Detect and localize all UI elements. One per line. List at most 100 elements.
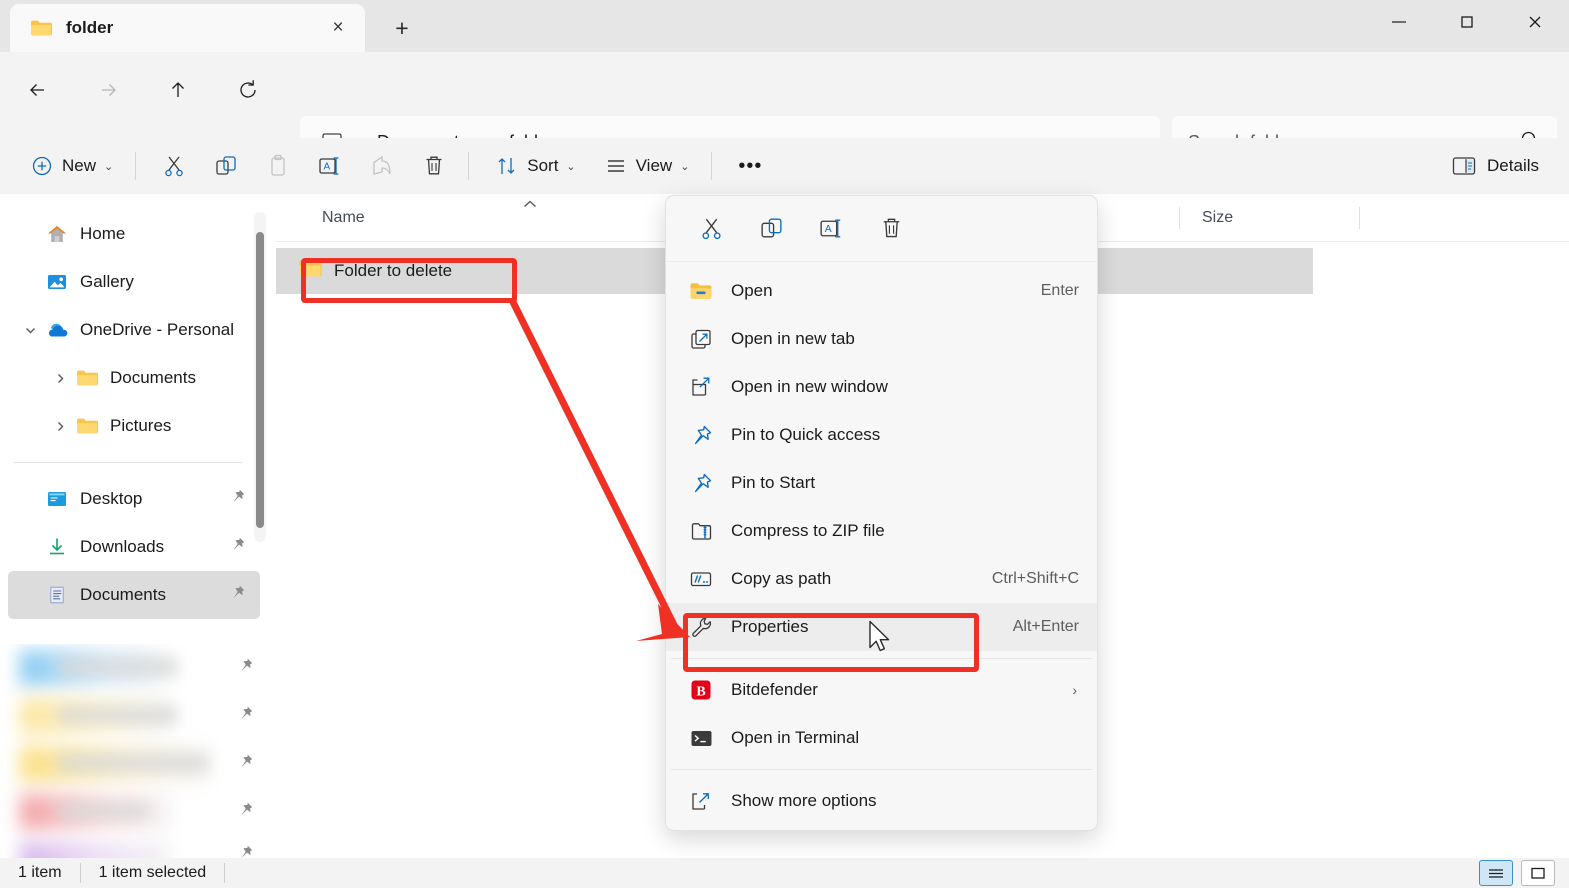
divider: [671, 658, 1092, 659]
copy-path-icon: [686, 569, 716, 589]
file-name-cell[interactable]: Folder to delete: [276, 259, 452, 283]
tab-folder[interactable]: folder ×: [10, 4, 365, 52]
rename-button[interactable]: A: [306, 144, 354, 188]
back-button[interactable]: [12, 64, 64, 116]
chevron-right-icon[interactable]: [46, 420, 74, 433]
copy-icon[interactable]: [744, 207, 798, 251]
divider: [468, 152, 469, 180]
pin-icon[interactable]: [228, 536, 246, 559]
svg-text:A: A: [324, 162, 331, 173]
list-item[interactable]: [0, 692, 268, 740]
title-bar: folder × +: [0, 0, 1569, 52]
minimize-button[interactable]: [1365, 0, 1433, 44]
window-controls: [1365, 0, 1569, 52]
sort-button-label: Sort: [527, 156, 558, 176]
menu-item-accelerator: Enter: [1041, 282, 1079, 300]
cut-button[interactable]: [150, 144, 198, 188]
details-view-button[interactable]: [1479, 860, 1513, 886]
pin-icon[interactable]: [236, 844, 254, 858]
chevron-right-icon: ›: [1072, 682, 1077, 698]
chevron-down-icon[interactable]: [16, 324, 44, 337]
pin-icon[interactable]: [236, 753, 254, 776]
pin-icon[interactable]: [236, 705, 254, 728]
terminal-icon: [686, 729, 716, 748]
cut-icon[interactable]: [684, 207, 738, 251]
menu-item-pin-to-start[interactable]: Pin to Start: [666, 459, 1097, 507]
divider: [224, 863, 225, 883]
sidebar-scrollbar-thumb[interactable]: [256, 232, 264, 528]
list-view-button[interactable]: [1521, 860, 1555, 886]
chevron-right-icon[interactable]: [46, 372, 74, 385]
sort-ascending-icon: [522, 198, 538, 212]
menu-item-show-more-options[interactable]: Show more options: [666, 777, 1097, 825]
list-item[interactable]: [0, 644, 268, 692]
zip-icon: [686, 521, 716, 542]
rename-icon[interactable]: A: [804, 207, 858, 251]
more-options-button[interactable]: •••: [726, 144, 774, 188]
sort-button[interactable]: Sort ⌄: [483, 144, 587, 188]
view-button[interactable]: View ⌄: [592, 144, 702, 188]
chevron-down-icon: ⌄: [680, 160, 689, 173]
column-header-label: Name: [322, 209, 365, 227]
column-header-size[interactable]: Size: [1180, 194, 1360, 242]
menu-item-open-in-terminal[interactable]: Open in Terminal: [666, 714, 1097, 762]
view-toggles: [1479, 860, 1555, 886]
sidebar-blurred-items[interactable]: [0, 644, 268, 858]
sidebar-item-onedrive-pictures[interactable]: Pictures: [8, 402, 260, 450]
sidebar-item-desktop[interactable]: Desktop: [8, 475, 260, 523]
list-item[interactable]: [0, 740, 268, 788]
new-tab-button[interactable]: +: [382, 11, 422, 45]
menu-item-copy-as-path[interactable]: Copy as path Ctrl+Shift+C: [666, 555, 1097, 603]
delete-button[interactable]: [410, 144, 458, 188]
tab-title: folder: [66, 18, 321, 38]
sidebar-item-onedrive[interactable]: OneDrive - Personal: [8, 306, 260, 354]
details-label: Details: [1487, 156, 1539, 176]
menu-item-open-in-new-tab[interactable]: Open in new tab: [666, 315, 1097, 363]
sidebar-item-onedrive-documents[interactable]: Documents: [8, 354, 260, 402]
pin-icon[interactable]: [228, 584, 246, 607]
menu-item-label: Open in new window: [731, 377, 888, 397]
up-button[interactable]: [152, 64, 204, 116]
copy-button[interactable]: [202, 144, 250, 188]
context-menu[interactable]: A Open Enter: [665, 195, 1098, 831]
blurred-label: [58, 658, 178, 676]
menu-item-accelerator: Alt+Enter: [1013, 618, 1079, 636]
sidebar-item-documents[interactable]: Documents: [8, 571, 260, 619]
navigation-pane[interactable]: Home Gallery: [0, 194, 268, 858]
menu-item-open[interactable]: Open Enter: [666, 267, 1097, 315]
list-item[interactable]: [0, 788, 268, 836]
details-pane-button[interactable]: Details: [1439, 144, 1551, 188]
pin-icon[interactable]: [236, 657, 254, 680]
sidebar-item-home[interactable]: Home: [8, 210, 260, 258]
sidebar-item-label: Gallery: [80, 272, 134, 292]
sidebar-item-gallery[interactable]: Gallery: [8, 258, 260, 306]
menu-item-compress-to-zip[interactable]: Compress to ZIP file: [666, 507, 1097, 555]
paste-button: [254, 144, 302, 188]
file-explorer-window: folder × +: [0, 0, 1569, 888]
close-icon[interactable]: ×: [321, 11, 355, 45]
folder-icon: [74, 369, 100, 387]
sidebar-item-downloads[interactable]: Downloads: [8, 523, 260, 571]
folder-open-icon: [686, 281, 716, 301]
refresh-button[interactable]: [222, 64, 274, 116]
close-button[interactable]: [1501, 0, 1569, 44]
selection-count: 1 item selected: [81, 864, 225, 882]
show-more-icon: [686, 790, 716, 813]
blurred-label: [58, 706, 178, 724]
pin-icon[interactable]: [228, 488, 246, 511]
divider: [14, 462, 242, 463]
menu-item-bitdefender[interactable]: B Bitdefender ›: [666, 666, 1097, 714]
pin-icon[interactable]: [236, 801, 254, 824]
list-item[interactable]: [0, 836, 268, 858]
command-bar: New ⌄ A: [0, 138, 1569, 194]
delete-icon[interactable]: [864, 207, 918, 251]
blurred-label: [58, 802, 148, 820]
maximize-button[interactable]: [1433, 0, 1501, 44]
wrench-icon: [686, 616, 716, 639]
menu-item-pin-to-quick-access[interactable]: Pin to Quick access: [666, 411, 1097, 459]
column-divider[interactable]: [1359, 207, 1360, 229]
new-button[interactable]: New ⌄: [18, 144, 125, 188]
menu-item-properties[interactable]: Properties Alt+Enter: [666, 603, 1097, 651]
view-button-label: View: [636, 156, 673, 176]
menu-item-open-in-new-window[interactable]: Open in new window: [666, 363, 1097, 411]
